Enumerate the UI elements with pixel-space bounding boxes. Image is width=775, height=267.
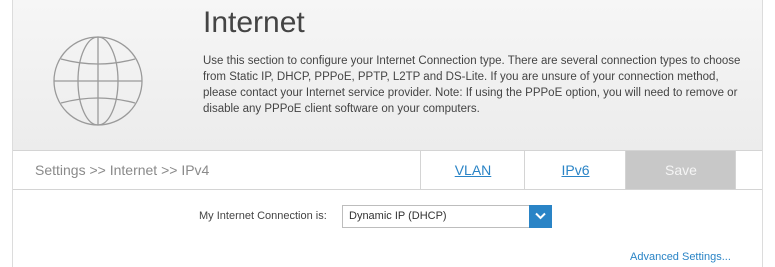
internet-connection-select[interactable]: Dynamic IP (DHCP) xyxy=(342,205,552,228)
internet-connection-label: My Internet Connection is: xyxy=(199,210,327,222)
page-frame: Internet Use this section to configure y… xyxy=(12,0,763,267)
tab-ipv6[interactable]: IPv6 xyxy=(524,151,626,189)
settings-nav-bar: Settings >> Internet >> IPv4 VLAN IPv6 S… xyxy=(13,151,762,190)
dropdown-button[interactable] xyxy=(529,205,552,228)
advanced-settings-link[interactable]: Advanced Settings... xyxy=(630,251,731,263)
globe-icon xyxy=(53,36,143,126)
page-description: Use this section to configure your Inter… xyxy=(203,55,741,115)
page-title: Internet xyxy=(203,6,305,39)
chevron-down-icon xyxy=(535,212,546,220)
save-button[interactable]: Save xyxy=(625,151,736,189)
page-header: Internet Use this section to configure y… xyxy=(13,0,762,151)
internet-connection-selected-value: Dynamic IP (DHCP) xyxy=(349,210,447,222)
tab-vlan[interactable]: VLAN xyxy=(420,151,525,189)
nav-bar-end-divider xyxy=(735,151,763,189)
breadcrumb: Settings >> Internet >> IPv4 xyxy=(35,162,210,178)
